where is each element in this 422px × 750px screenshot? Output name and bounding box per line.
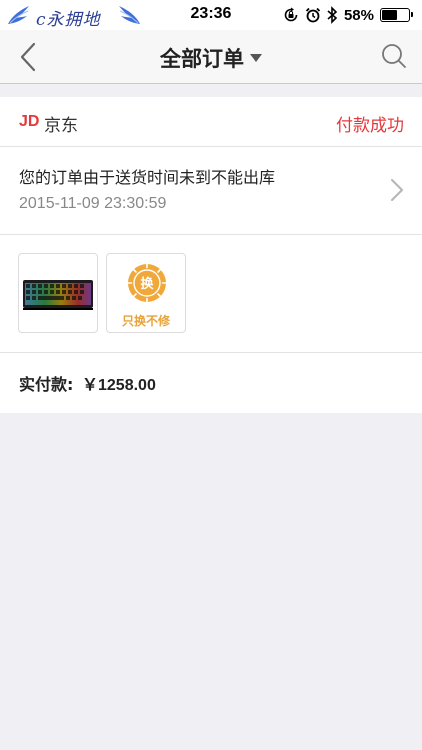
- total-amount: ￥1258.00: [82, 377, 156, 394]
- exchange-badge[interactable]: 换 只换不修: [106, 253, 186, 333]
- total-row: 实付款: ￥1258.00: [0, 353, 422, 413]
- caret-down-icon: [250, 54, 262, 62]
- bluetooth-icon: [327, 6, 338, 24]
- page-title: 全部订单: [160, 48, 244, 71]
- nav-bar: 全部订单: [0, 30, 422, 84]
- exchange-icon: 换: [126, 262, 168, 304]
- battery-icon: [380, 8, 413, 22]
- nav-title-dropdown[interactable]: 全部订单: [0, 43, 422, 73]
- exchange-label: 只换不修: [121, 314, 170, 328]
- store-row[interactable]: JD 京东 付款成功: [0, 97, 422, 147]
- product-thumbnail[interactable]: [18, 253, 98, 333]
- alarm-icon: [305, 7, 321, 23]
- order-message: 您的订单由于送货时间未到不能出库: [19, 168, 276, 187]
- battery-fill: [382, 10, 397, 20]
- search-button[interactable]: [380, 42, 408, 70]
- order-message-row[interactable]: 您的订单由于送货时间未到不能出库 2015-11-09 23:30:59: [0, 147, 422, 235]
- orientation-lock-icon: [284, 7, 298, 22]
- exchange-glyph: 换: [140, 276, 154, 292]
- status-indicators: 58%: [283, 6, 413, 24]
- store-name: 京东: [44, 116, 78, 136]
- battery-percent: 58%: [343, 6, 374, 24]
- status-bar: c永拥地 23:36 58%: [0, 0, 422, 30]
- order-status: 付款成功: [336, 116, 404, 136]
- order-items-row: 换 只换不修: [0, 235, 422, 353]
- keyboard-image: [23, 280, 93, 310]
- chevron-right-icon: [391, 179, 403, 201]
- total-label: 实付款:: [19, 375, 74, 394]
- jd-logo: JD: [19, 113, 40, 130]
- order-card: JD 京东 付款成功 您的订单由于送货时间未到不能出库 2015-11-09 2…: [0, 97, 422, 413]
- order-time: 2015-11-09 23:30:59: [19, 195, 167, 212]
